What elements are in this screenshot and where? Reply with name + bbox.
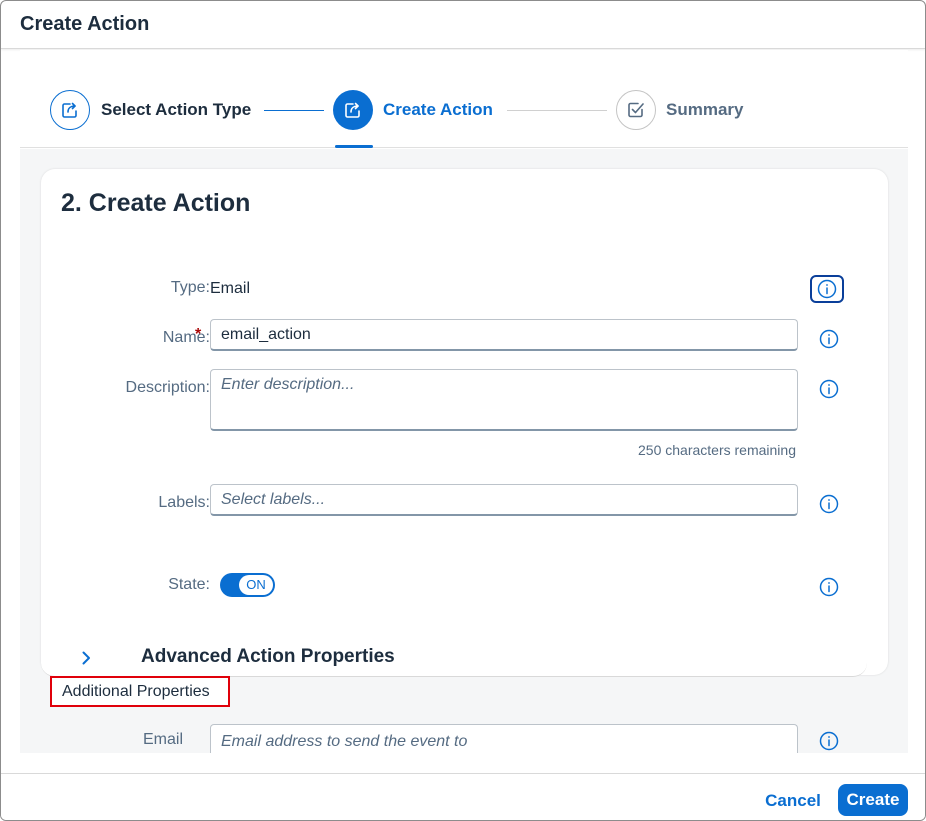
email-info-icon[interactable] xyxy=(818,730,840,752)
wizard-progress-bar: Select Action Type Create Action Summary xyxy=(20,50,908,148)
name-label: Name: xyxy=(163,329,210,347)
name-info-icon[interactable] xyxy=(818,328,840,350)
description-textarea[interactable]: Enter description... xyxy=(210,369,798,431)
state-toggle[interactable]: ON xyxy=(220,573,275,597)
labels-info-icon[interactable] xyxy=(818,493,840,515)
create-button[interactable]: Create xyxy=(838,784,908,816)
additional-properties-title: Additional Properties xyxy=(62,683,210,700)
content-area: 2. Create Action Type: Email Name: * ema… xyxy=(20,149,908,753)
name-label-text: Name: xyxy=(162,329,210,346)
advanced-properties-title: Advanced Action Properties xyxy=(141,646,395,667)
labels-label: Labels: xyxy=(158,494,210,511)
name-input[interactable]: email_action xyxy=(210,319,798,351)
additional-properties-highlight: Additional Properties xyxy=(50,676,230,707)
active-step-indicator xyxy=(335,145,373,148)
step-2-share-icon[interactable] xyxy=(333,90,373,130)
step-connector-2 xyxy=(507,110,607,111)
dialog-title: Create Action xyxy=(20,13,150,35)
state-toggle-text: ON xyxy=(239,575,273,595)
email-label: Email xyxy=(143,731,184,748)
create-action-card: 2. Create Action Type: Email Name: * ema… xyxy=(41,169,888,675)
type-value: Email xyxy=(210,280,251,297)
step-1-share-icon[interactable] xyxy=(50,90,90,130)
step-select-action-type[interactable]: Select Action Type xyxy=(101,100,251,120)
step-summary[interactable]: Summary xyxy=(666,100,743,120)
step-3-checkbox-icon[interactable] xyxy=(616,90,656,130)
required-marker: * xyxy=(195,326,202,343)
type-info-icon[interactable] xyxy=(810,275,844,303)
cancel-button[interactable]: Cancel xyxy=(753,786,833,816)
advanced-properties-panel[interactable]: Advanced Action Properties xyxy=(41,641,867,677)
type-label: Type: xyxy=(170,279,210,296)
description-char-counter: 250 characters remaining xyxy=(638,442,796,458)
section-title: 2. Create Action xyxy=(61,189,251,217)
step-connector-1 xyxy=(264,110,324,111)
dialog-header: Create Action xyxy=(1,1,925,49)
labels-input[interactable]: Select labels... xyxy=(210,484,798,516)
create-action-dialog: Create Action Select Action Type Create … xyxy=(0,0,926,821)
description-label: Description: xyxy=(125,379,210,396)
email-input[interactable]: Email address to send the event to xyxy=(210,724,798,753)
description-info-icon[interactable] xyxy=(818,378,840,400)
step-create-action[interactable]: Create Action xyxy=(383,100,493,120)
state-info-icon[interactable] xyxy=(818,576,840,598)
state-label: State: xyxy=(168,576,210,593)
chevron-right-icon[interactable] xyxy=(77,649,95,667)
dialog-footer: Cancel Create xyxy=(1,773,925,820)
